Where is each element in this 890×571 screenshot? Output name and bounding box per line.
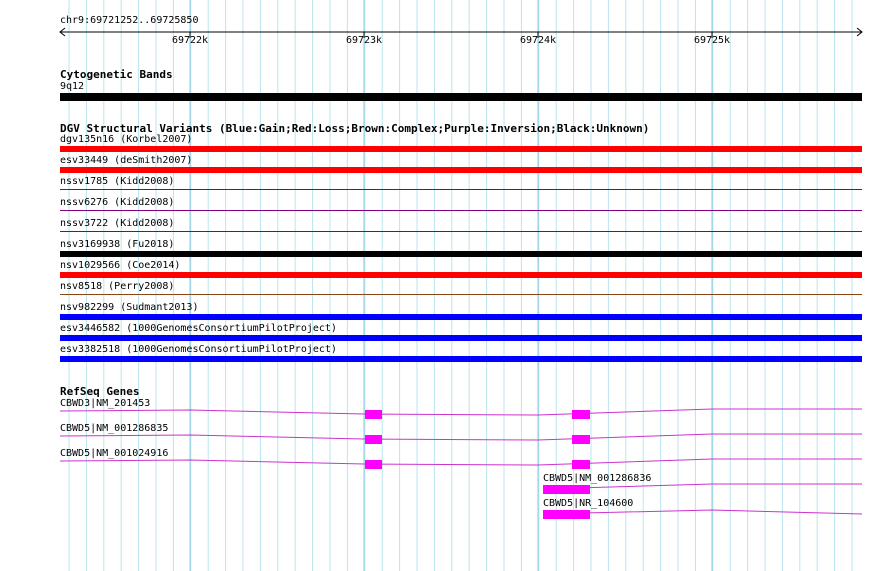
gene-intron (59, 408, 862, 416)
gene-intron (542, 483, 862, 490)
gene-exon (543, 485, 590, 494)
gene-intron (59, 458, 862, 466)
gene-exon (572, 460, 590, 469)
gene-exon (572, 435, 590, 444)
gene-intron (542, 509, 863, 515)
gene-intron (59, 433, 862, 441)
gene-exon (572, 410, 590, 419)
gene-model[interactable] (59, 408, 862, 419)
refseq-track (59, 408, 863, 519)
gene-exon (365, 410, 382, 419)
gene-exon (365, 435, 382, 444)
gene-model[interactable] (542, 509, 863, 519)
gene-exon (365, 460, 382, 469)
gene-model[interactable] (542, 483, 862, 494)
gene-exon (543, 510, 590, 519)
gene-model[interactable] (59, 458, 862, 469)
gene-model[interactable] (59, 433, 862, 444)
